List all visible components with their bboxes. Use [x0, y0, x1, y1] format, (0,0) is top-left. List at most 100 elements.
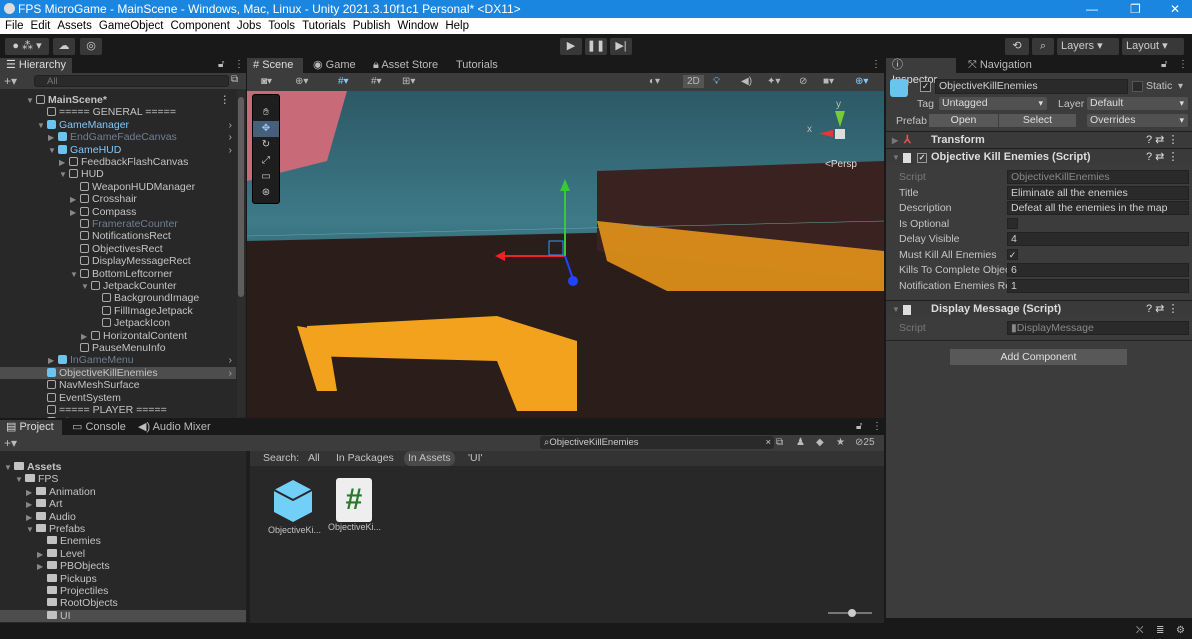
hierarchy-item[interactable]: ▼ GameHUD › — [0, 144, 236, 156]
lock-icon[interactable]: 🔓︎ — [856, 421, 862, 432]
asset-item-prefab[interactable]: ObjectiveKi... — [268, 478, 321, 535]
orientation-gizmo[interactable]: y x <Persp — [807, 99, 867, 170]
effects-icon[interactable]: ✦▾ — [767, 76, 780, 87]
object-name-input[interactable]: ObjectiveKillEnemies — [935, 79, 1128, 94]
folder-item[interactable]: Pickups — [0, 573, 246, 585]
icon-size-slider[interactable] — [828, 609, 872, 617]
account-button[interactable]: ● ⁂ ▾ — [5, 38, 49, 55]
menu-tools[interactable]: Tools — [268, 20, 295, 32]
folder-item[interactable]: ▼ Prefabs — [0, 523, 246, 535]
tab-asset-store[interactable]: 🔒︎ Asset Store — [367, 58, 444, 73]
favorite-icon[interactable]: ★ — [836, 437, 845, 448]
2d-toggle[interactable]: 2D — [683, 75, 704, 88]
hierarchy-search-input[interactable] — [34, 75, 229, 87]
field-input[interactable]: 1 — [1007, 278, 1189, 293]
collab-icon[interactable]: ◎ — [80, 38, 102, 55]
step-button[interactable]: ▶| — [610, 38, 632, 55]
globe-icon[interactable]: ⊕▾ — [295, 76, 308, 87]
scene-viewport[interactable]: ✋︎ ✥ ↻ ⤢ ▭ ⊛ y x <Persp — [247, 91, 884, 418]
layer-dropdown[interactable]: Default — [1087, 97, 1188, 110]
folder-item[interactable]: ▶ Animation — [0, 486, 246, 498]
field-checkbox[interactable]: ✓ — [1007, 248, 1018, 260]
pause-button[interactable]: ❚❚ — [585, 38, 607, 55]
tab-tutorials[interactable]: Tutorials — [450, 58, 504, 73]
open-prefab-icon[interactable]: › — [229, 354, 233, 366]
project-search-input[interactable]: ⌕ObjectiveKillEnemies × — [540, 436, 774, 449]
hierarchy-item[interactable]: ▼ BottomLeftcorner — [0, 268, 236, 280]
move-tool-icon[interactable]: ✥ — [253, 121, 279, 137]
folder-item[interactable]: ▶ Level — [0, 548, 246, 560]
play-button[interactable]: ▶ — [560, 38, 582, 55]
close-button[interactable]: ✕ — [1170, 0, 1180, 18]
hierarchy-item[interactable]: ▼ GameManager › — [0, 119, 236, 131]
scale-tool-icon[interactable]: ⤢ — [253, 153, 279, 169]
add-component-button[interactable]: Add Component — [950, 349, 1127, 365]
layers-dropdown[interactable]: Layers ▾ — [1057, 38, 1119, 55]
hierarchy-item[interactable]: JetpackIcon — [0, 317, 236, 329]
search-icon[interactable]: ⌕ — [1032, 38, 1054, 55]
tab-audio-mixer[interactable]: ◀) Audio Mixer — [132, 420, 217, 435]
tab-hierarchy[interactable]: ☰ Hierarchy — [0, 58, 72, 73]
create-icon[interactable]: +▾ — [4, 436, 17, 450]
hierarchy-item[interactable]: NavMeshSurface — [0, 379, 236, 391]
open-prefab-icon[interactable]: › — [229, 119, 233, 131]
hierarchy-item[interactable]: PauseMenuInfo — [0, 342, 236, 354]
component-menu-icons[interactable]: ? ⇄ ⋮ — [1146, 149, 1178, 166]
filter-in-packages[interactable]: In Packages — [336, 451, 394, 466]
prefab-open-button[interactable]: Open — [929, 114, 998, 127]
filter-type-icon[interactable]: ♟ — [796, 437, 805, 448]
increment-icon[interactable]: ⊞▾ — [402, 76, 415, 87]
audio-icon[interactable]: ◀) — [741, 76, 752, 87]
display-message-header[interactable]: ▼ Display Message (Script) ? ⇄ ⋮ — [886, 300, 1192, 317]
prefab-select-button[interactable]: Select — [999, 114, 1076, 127]
field-input[interactable]: Eliminate all the enemies — [1007, 185, 1189, 200]
hierarchy-item[interactable]: ===== GENERAL ===== — [0, 106, 236, 118]
folder-item[interactable]: ▶ PBObjects — [0, 560, 246, 572]
hidden-icon[interactable]: ⊘ — [799, 76, 807, 87]
hierarchy-scrollbar[interactable] — [237, 89, 245, 417]
menu-edit[interactable]: Edit — [31, 20, 51, 32]
hierarchy-item[interactable]: FillImageJetpack — [0, 305, 236, 317]
tab-scene[interactable]: # Scene — [247, 58, 303, 73]
menu-help[interactable]: Help — [445, 20, 469, 32]
field-checkbox[interactable] — [1007, 217, 1018, 229]
open-prefab-icon[interactable]: › — [229, 131, 233, 143]
gizmos-icon[interactable]: ⊕▾ — [855, 76, 868, 87]
scene-menu-icon[interactable]: ⋮ — [220, 94, 231, 106]
menu-jobs[interactable]: Jobs — [237, 20, 261, 32]
tab-project[interactable]: ▤ Project — [0, 420, 62, 435]
overrides-dropdown[interactable]: Overrides — [1087, 114, 1188, 127]
active-checkbox[interactable]: ✓ — [920, 81, 931, 92]
more-icon[interactable]: ⋮ — [1178, 59, 1188, 70]
menu-gameobject[interactable]: GameObject — [99, 20, 164, 32]
menu-component[interactable]: Component — [170, 20, 229, 32]
menu-publish[interactable]: Publish — [353, 20, 391, 32]
menu-file[interactable]: File — [5, 20, 24, 32]
camera-icon[interactable]: ■▾ — [823, 76, 834, 87]
objective-kill-enemies-header[interactable]: ▼ ✓ Objective Kill Enemies (Script) ? ⇄ … — [886, 148, 1192, 165]
menu-assets[interactable]: Assets — [57, 20, 92, 32]
hierarchy-item[interactable]: NotificationsRect — [0, 230, 236, 242]
hierarchy-item[interactable]: ▼ HUD — [0, 168, 236, 180]
transform-tool-icon[interactable]: ⊛ — [253, 185, 279, 201]
folder-item[interactable]: RootObjects — [0, 597, 246, 609]
perspective-label[interactable]: <Persp — [825, 159, 857, 170]
more-icon[interactable]: ⋮ — [234, 59, 244, 70]
search-filter-icon[interactable]: ⧉ — [231, 74, 238, 85]
tab-navigation[interactable]: ⤧ Navigation — [962, 58, 1038, 73]
hierarchy-item[interactable]: ▼ JetpackCounter — [0, 280, 236, 292]
hierarchy-item[interactable]: ▶ InGameMenu › — [0, 354, 236, 366]
hand-tool-icon[interactable]: ✋︎ — [253, 105, 279, 121]
filter-ui[interactable]: 'UI' — [468, 451, 483, 466]
static-checkbox[interactable] — [1132, 81, 1143, 92]
hierarchy-item[interactable]: ▼ MainScene* ⋮ — [0, 94, 236, 106]
rect-tool-icon[interactable]: ▭ — [253, 169, 279, 185]
hierarchy-item[interactable]: ▶ FeedbackFlashCanvas — [0, 156, 236, 168]
hierarchy-item[interactable]: DisplayMessageRect — [0, 255, 236, 267]
open-prefab-icon[interactable]: › — [229, 367, 233, 379]
search-scope-icon[interactable]: ⧉ — [776, 437, 783, 448]
more-icon[interactable]: ⋮ — [871, 59, 881, 70]
expand-arrow-icon[interactable]: ▶ — [37, 417, 47, 418]
history-icon[interactable]: ⟲ — [1005, 38, 1029, 55]
transform-header[interactable]: ▶ ⅄ Transform ? ⇄ ⋮ — [886, 131, 1192, 148]
